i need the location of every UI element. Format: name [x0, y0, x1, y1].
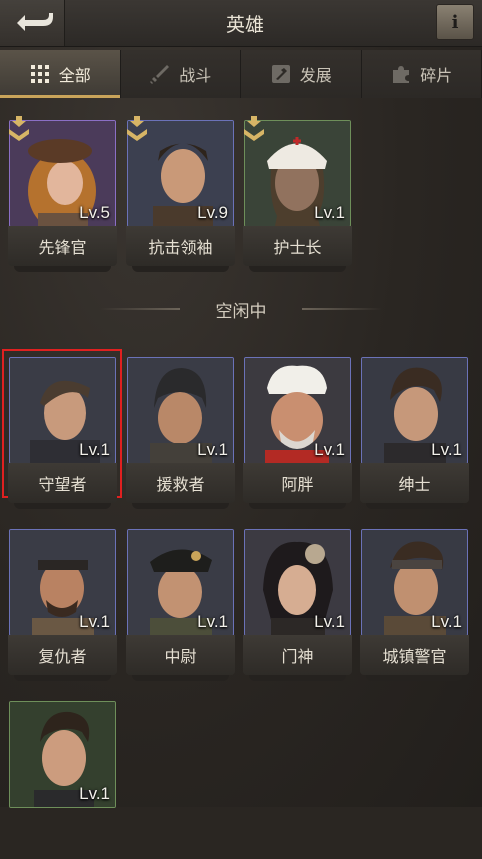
- hero-card-door-god[interactable]: Lv.1 门神: [244, 529, 351, 687]
- hammer-icon: [270, 63, 292, 85]
- hero-name: 先锋官: [8, 226, 117, 266]
- divider-line-right: [302, 308, 382, 310]
- tab-all-label: 全部: [59, 62, 91, 86]
- hero-level: Lv.1: [79, 612, 110, 632]
- hero-level: Lv.1: [314, 440, 345, 460]
- puzzle-icon: [390, 63, 412, 85]
- hero-card-unnamed[interactable]: Lv.1: [9, 701, 116, 859]
- tab-development-label: 发展: [300, 62, 332, 86]
- hero-name: 城镇警官: [360, 635, 469, 675]
- hero-name: 抗击领袖: [126, 226, 235, 266]
- hero-card-rescuer[interactable]: Lv.1 援救者: [127, 357, 234, 515]
- hero-level: Lv.1: [197, 440, 228, 460]
- page-title: 英雄: [64, 0, 426, 46]
- hero-name: 门神: [243, 635, 352, 675]
- hero-name: 阿胖: [243, 463, 352, 503]
- hero-card-avenger[interactable]: Lv.1 复仇者: [9, 529, 116, 687]
- hero-level: Lv.1: [197, 612, 228, 632]
- hero-name: 中尉: [126, 635, 235, 675]
- hero-level: Lv.1: [431, 440, 462, 460]
- hero-portrait: Lv.1: [127, 357, 234, 464]
- hero-level: Lv.9: [197, 203, 228, 223]
- hero-name: 护士长: [243, 226, 352, 266]
- hero-card-vanguard[interactable]: Lv.5 先锋官: [9, 120, 116, 278]
- tab-fragments-label: 碎片: [420, 62, 452, 86]
- info-button[interactable]: i: [436, 4, 474, 40]
- idle-section-divider: 空闲中: [0, 294, 482, 324]
- hero-portrait: Lv.1: [361, 529, 468, 636]
- hero-card-town-officer[interactable]: Lv.1 城镇警官: [361, 529, 468, 687]
- hero-name: 绅士: [360, 463, 469, 503]
- grid-icon: [29, 63, 51, 85]
- hero-card-resistance-leader[interactable]: Lv.9 抗击领袖: [127, 120, 234, 278]
- hero-card-watcher[interactable]: Lv.1 守望者: [9, 357, 116, 515]
- idle-section-label: 空闲中: [216, 297, 267, 322]
- hero-level: Lv.5: [79, 203, 110, 223]
- sword-icon: [149, 63, 171, 85]
- hero-card-chubby[interactable]: Lv.1 阿胖: [244, 357, 351, 515]
- tab-combat-label: 战斗: [179, 62, 211, 86]
- hero-portrait: Lv.1: [9, 701, 116, 808]
- tab-combat[interactable]: 战斗: [121, 50, 242, 98]
- hero-portrait: Lv.1: [361, 357, 468, 464]
- top-bar: 英雄 i: [0, 0, 482, 47]
- hero-name: 守望者: [8, 463, 117, 503]
- rank-chevron-icon: [125, 116, 149, 144]
- tab-all[interactable]: 全部: [0, 50, 121, 98]
- hero-card-lieutenant[interactable]: Lv.1 中尉: [127, 529, 234, 687]
- hero-portrait: Lv.1: [9, 529, 116, 636]
- rank-chevron-icon: [7, 116, 31, 144]
- hero-portrait: Lv.1: [127, 529, 234, 636]
- hero-card-head-nurse[interactable]: Lv.1 护士长: [244, 120, 351, 278]
- tab-development[interactable]: 发展: [241, 50, 362, 98]
- divider-line-left: [100, 308, 180, 310]
- rank-chevron-icon: [242, 116, 266, 144]
- hero-level: Lv.1: [314, 203, 345, 223]
- back-button[interactable]: [0, 0, 65, 46]
- hero-card-gentleman[interactable]: Lv.1 绅士: [361, 357, 468, 515]
- hero-portrait: Lv.1: [244, 357, 351, 464]
- hero-level: Lv.1: [79, 440, 110, 460]
- back-arrow-icon: [9, 9, 55, 37]
- tab-bar: 全部 战斗 发展 碎片: [0, 50, 482, 98]
- hero-portrait: Lv.1: [244, 529, 351, 636]
- hero-name: 援救者: [126, 463, 235, 503]
- hero-level: Lv.1: [431, 612, 462, 632]
- hero-level: Lv.1: [314, 612, 345, 632]
- hero-portrait: Lv.1: [9, 357, 116, 464]
- tab-fragments[interactable]: 碎片: [362, 50, 482, 98]
- hero-level: Lv.1: [79, 784, 110, 804]
- hero-name: 复仇者: [8, 635, 117, 675]
